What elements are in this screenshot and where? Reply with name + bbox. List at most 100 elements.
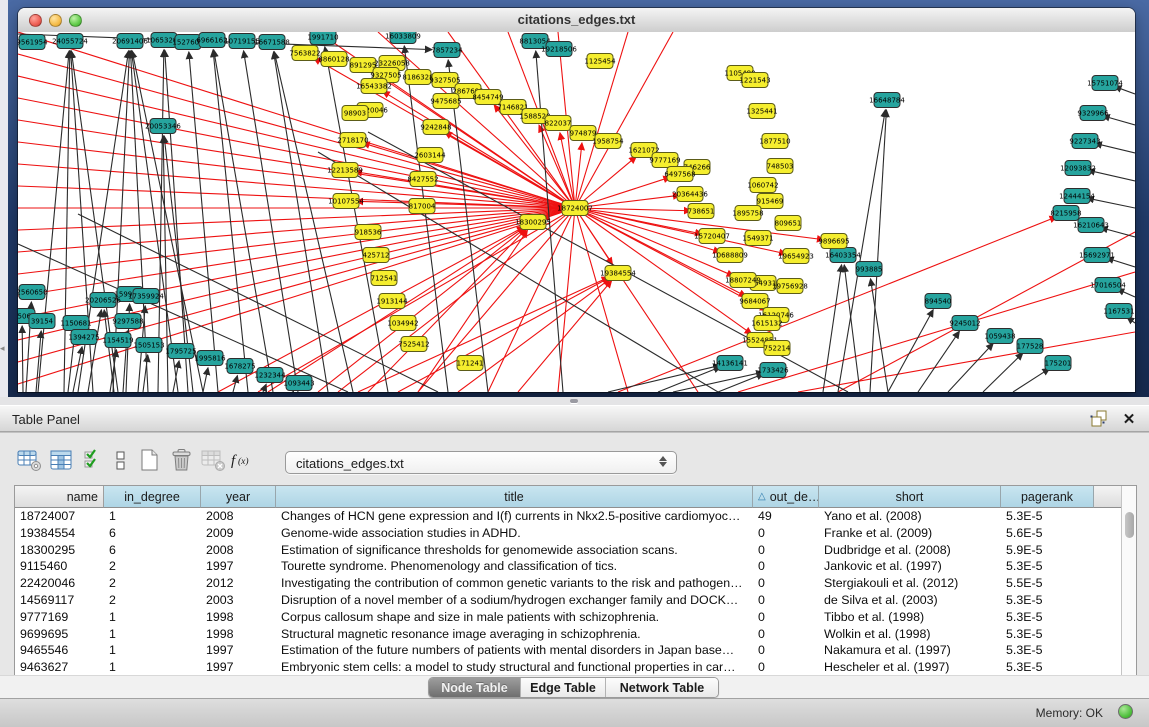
citation-network-graph[interactable]: 9561954240557242069140610653287152760269… (18, 32, 1135, 392)
graph-node-teal[interactable]: 19218506 (541, 42, 577, 57)
graph-node-yellow[interactable]: 738651 (688, 204, 715, 219)
graph-node-yellow[interactable]: 10107554 (328, 194, 364, 209)
graph-node-teal[interactable]: 15692971 (1079, 248, 1115, 263)
citation-edge-red[interactable] (18, 208, 575, 230)
graph-node-teal[interactable]: 16671588 (254, 35, 290, 50)
graph-node-yellow[interactable]: 20364436 (672, 187, 708, 202)
graph-node-teal[interactable]: 15751074 (1087, 76, 1123, 91)
graph-node-teal[interactable]: 24055724 (52, 34, 88, 49)
graph-node-teal[interactable]: 12093832 (1060, 161, 1096, 176)
graph-node-teal[interactable]: 16648784 (869, 93, 905, 108)
scrollbar-thumb[interactable] (1125, 512, 1134, 538)
graph-node-yellow[interactable]: 425712 (363, 248, 390, 263)
citation-edge-red[interactable] (798, 332, 1135, 392)
graph-node-teal[interactable]: 17359924 (128, 289, 164, 304)
new-table-icon[interactable] (134, 446, 164, 474)
column-header-year[interactable]: year (201, 486, 276, 508)
citation-edge-black[interactable] (1013, 368, 1050, 392)
graph-node-teal[interactable]: 20053346 (145, 119, 181, 134)
show-columns-icon[interactable] (46, 446, 76, 474)
column-header-name[interactable]: name (15, 486, 104, 508)
graph-node-teal[interactable]: 17016504 (1090, 278, 1126, 293)
table-settings-icon[interactable] (14, 446, 44, 474)
tab-edge-table[interactable]: Edge Table (521, 678, 606, 697)
graph-node-yellow[interactable]: 1221543 (739, 73, 770, 88)
graph-node-teal[interactable]: 1678275 (224, 359, 255, 374)
table-row[interactable]: 946362711997Embryonic stem cells: a mode… (15, 659, 1121, 676)
graph-node-yellow[interactable]: 9242848 (420, 120, 451, 135)
table-row[interactable]: 1872400712008Changes of HCN gene express… (15, 508, 1121, 525)
graph-node-yellow[interactable]: 15720407 (694, 229, 730, 244)
table-row[interactable]: 2242004622012Investigating the contribut… (15, 575, 1121, 592)
graph-node-yellow[interactable]: 1913144 (376, 294, 408, 309)
citation-edge-black[interactable] (844, 265, 860, 392)
graph-node-teal[interactable]: 7857234 (431, 43, 463, 58)
graph-node-teal[interactable]: 1505153 (133, 338, 164, 353)
citation-edge-red[interactable] (418, 208, 575, 392)
citation-edge-black[interactable] (918, 331, 959, 392)
citation-edge-red[interactable] (575, 208, 628, 392)
graph-node-yellow[interactable]: 16543382 (356, 79, 392, 94)
graph-node-teal[interactable]: 16033809 (385, 32, 421, 44)
citation-edge-black[interactable] (165, 50, 188, 392)
graph-node-teal[interactable]: 14136141 (712, 356, 748, 371)
graph-node-yellow[interactable]: 8860128 (318, 52, 349, 67)
graph-node-teal[interactable]: 9561954 (18, 35, 48, 50)
graph-node-teal[interactable]: 9329966 (1077, 106, 1109, 121)
citation-edge-red[interactable] (18, 54, 575, 208)
citation-edge-red[interactable] (18, 164, 575, 208)
graph-node-teal[interactable]: 6966162 (196, 33, 227, 48)
graph-node-teal[interactable]: 1093443 (283, 376, 314, 391)
graph-node-yellow[interactable]: 1060742 (747, 178, 778, 193)
table-select[interactable]: citations_edges.txt (285, 451, 677, 474)
column-header-short[interactable]: short (819, 486, 1001, 508)
graph-node-teal[interactable]: 1394275 (68, 330, 99, 345)
graph-node-yellow[interactable]: 6497568 (664, 167, 695, 182)
select-attributes-icon[interactable] (78, 446, 108, 474)
tab-network-table[interactable]: Network Table (606, 678, 718, 697)
graph-node-yellow[interactable]: 918536 (355, 225, 382, 240)
graph-node-yellow[interactable]: 891295 (350, 58, 377, 73)
column-header-out_degree[interactable]: △out_de… (753, 486, 819, 508)
citation-edge-black[interactable] (823, 265, 842, 392)
graph-node-yellow[interactable]: 7525412 (398, 337, 429, 352)
graph-node-yellow[interactable]: 1549371 (742, 231, 773, 246)
graph-node-yellow[interactable]: 2603144 (414, 148, 446, 163)
graph-node-teal[interactable]: 8215958 (1050, 206, 1081, 221)
citation-edge-red[interactable] (368, 229, 526, 392)
graph-node-teal[interactable]: 1059438 (984, 329, 1015, 344)
graph-node-yellow[interactable]: 1034942 (387, 316, 418, 331)
graph-node-teal[interactable]: 894540 (925, 294, 952, 309)
graph-node-teal[interactable]: 16403354 (825, 248, 861, 263)
citation-edge-black[interactable] (1095, 143, 1135, 153)
graph-node-yellow[interactable]: 9475685 (430, 94, 461, 109)
citation-edge-red[interactable] (258, 208, 575, 392)
close-panel-icon[interactable]: ✕ (1119, 409, 1139, 429)
tab-node-table[interactable]: Node Table (429, 678, 521, 697)
graph-node-yellow[interactable]: 9777169 (649, 153, 680, 168)
graph-node-teal[interactable]: 12444154 (1059, 189, 1095, 204)
graph-node-teal[interactable]: 9245012 (949, 316, 980, 331)
graph-node-yellow[interactable]: 809651 (775, 216, 802, 231)
graph-node-teal[interactable]: 1232344 (254, 368, 286, 383)
splitter-grip-icon[interactable] (570, 399, 578, 403)
graph-node-teal[interactable]: 1154519 (102, 333, 133, 348)
column-header-pagerank[interactable]: pagerank (1001, 486, 1094, 508)
graph-node-teal[interactable]: 1995816 (194, 351, 226, 366)
row-height-icon[interactable] (110, 446, 132, 474)
graph-node-yellow[interactable]: 19654923 (778, 249, 814, 264)
graph-node-yellow[interactable]: 18300295 (515, 215, 551, 230)
graph-node-teal[interactable]: 39154 (29, 314, 55, 329)
table-row[interactable]: 1456911722003Disruption of a novel membe… (15, 592, 1121, 609)
graph-node-yellow[interactable]: 8427552 (407, 172, 438, 187)
graph-node-yellow[interactable]: 822037 (545, 116, 572, 131)
graph-node-yellow[interactable]: 748503 (767, 159, 794, 174)
graph-node-yellow[interactable]: 7563822 (289, 46, 320, 61)
graph-node-yellow[interactable]: 18807249 (725, 273, 761, 288)
graph-node-yellow[interactable]: 12213589 (327, 163, 363, 178)
column-header-title[interactable]: title (276, 486, 753, 508)
citation-edge-black[interactable] (608, 365, 720, 392)
graph-node-yellow[interactable]: 18724007 (557, 201, 593, 216)
function-builder-icon[interactable]: f(x) (230, 446, 252, 474)
graph-node-teal[interactable]: 1167531 (1103, 304, 1134, 319)
